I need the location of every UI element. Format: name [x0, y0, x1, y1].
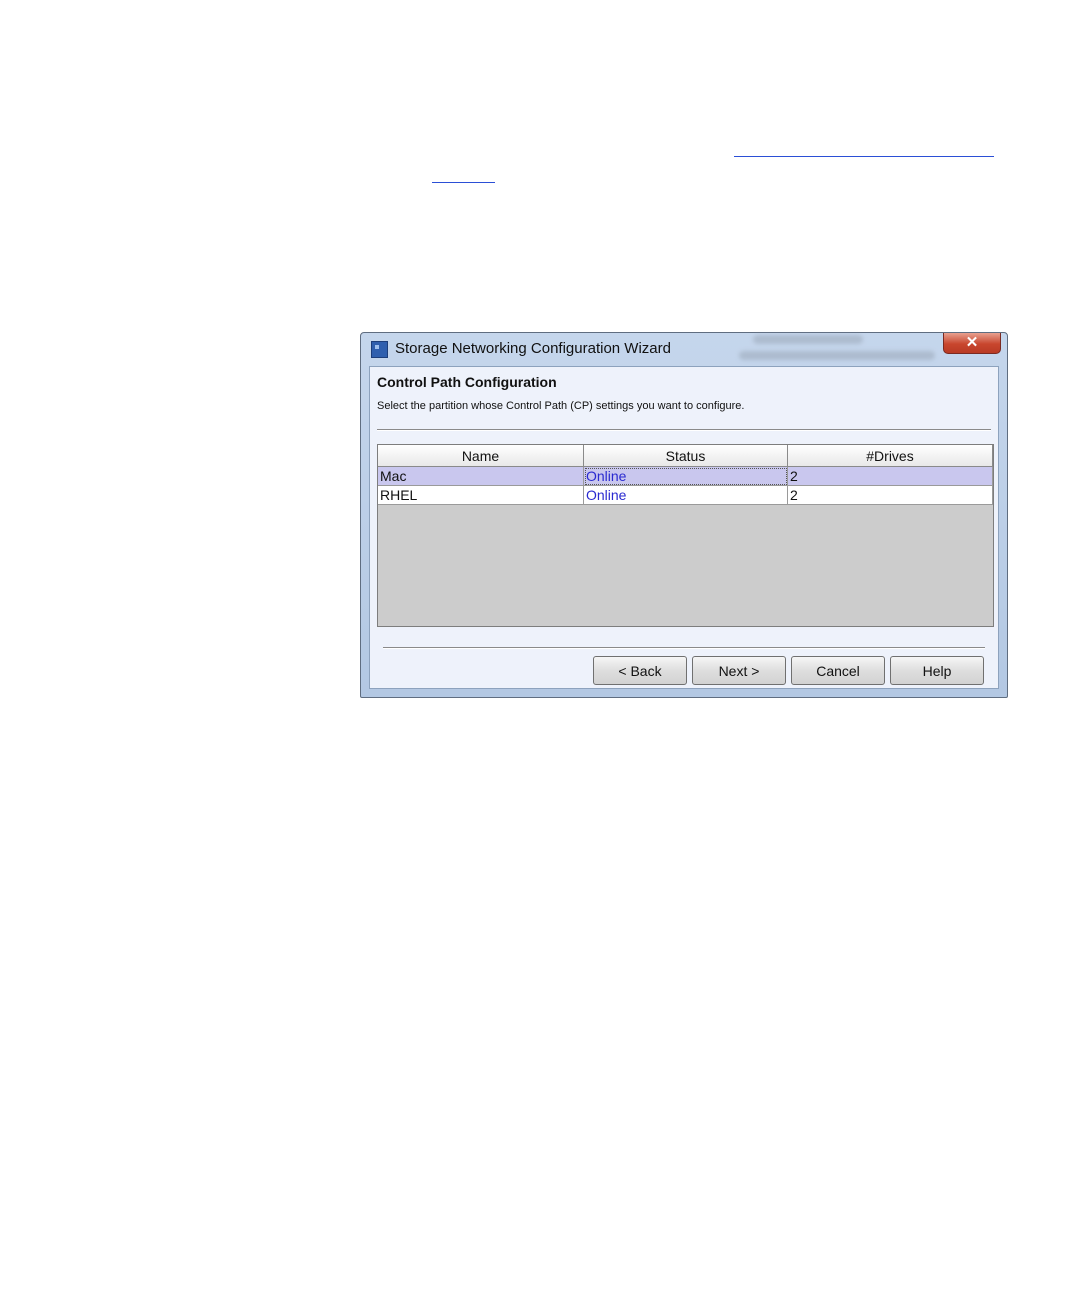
column-header-status[interactable]: Status: [584, 445, 788, 467]
cancel-button[interactable]: Cancel: [791, 656, 885, 685]
document-link-underline[interactable]: [734, 156, 994, 157]
wizard-app-icon: [371, 341, 388, 358]
divider: [383, 647, 985, 649]
close-icon[interactable]: ✕: [943, 333, 1001, 354]
cell-status: Online: [584, 467, 788, 486]
column-header-name[interactable]: Name: [378, 445, 584, 467]
next-button[interactable]: Next >: [692, 656, 786, 685]
table-row[interactable]: RHEL Online 2: [378, 486, 993, 505]
document-link-underline[interactable]: [432, 182, 495, 183]
help-button[interactable]: Help: [890, 656, 984, 685]
back-button[interactable]: < Back: [593, 656, 687, 685]
instruction-text: Select the partition whose Control Path …: [377, 400, 745, 412]
cell-name: RHEL: [378, 486, 584, 505]
column-header-drives[interactable]: #Drives: [788, 445, 993, 467]
cell-status: Online: [584, 486, 788, 505]
table-header: Name Status #Drives: [378, 445, 993, 467]
title-bar[interactable]: Storage Networking Configuration Wizard …: [361, 333, 1007, 365]
cell-drives: 2: [788, 486, 993, 505]
divider: [377, 429, 991, 431]
page-title: Control Path Configuration: [377, 374, 557, 390]
partition-table: Name Status #Drives Mac Online 2 RHEL On…: [377, 444, 994, 627]
wizard-content: Control Path Configuration Select the pa…: [369, 366, 999, 689]
window-title: Storage Networking Configuration Wizard: [395, 340, 671, 357]
background-window-blur: [739, 351, 935, 360]
wizard-window: Storage Networking Configuration Wizard …: [360, 332, 1008, 698]
cell-name: Mac: [378, 467, 584, 486]
background-window-blur: [753, 335, 863, 344]
table-row[interactable]: Mac Online 2: [378, 467, 993, 486]
cell-drives: 2: [788, 467, 993, 486]
